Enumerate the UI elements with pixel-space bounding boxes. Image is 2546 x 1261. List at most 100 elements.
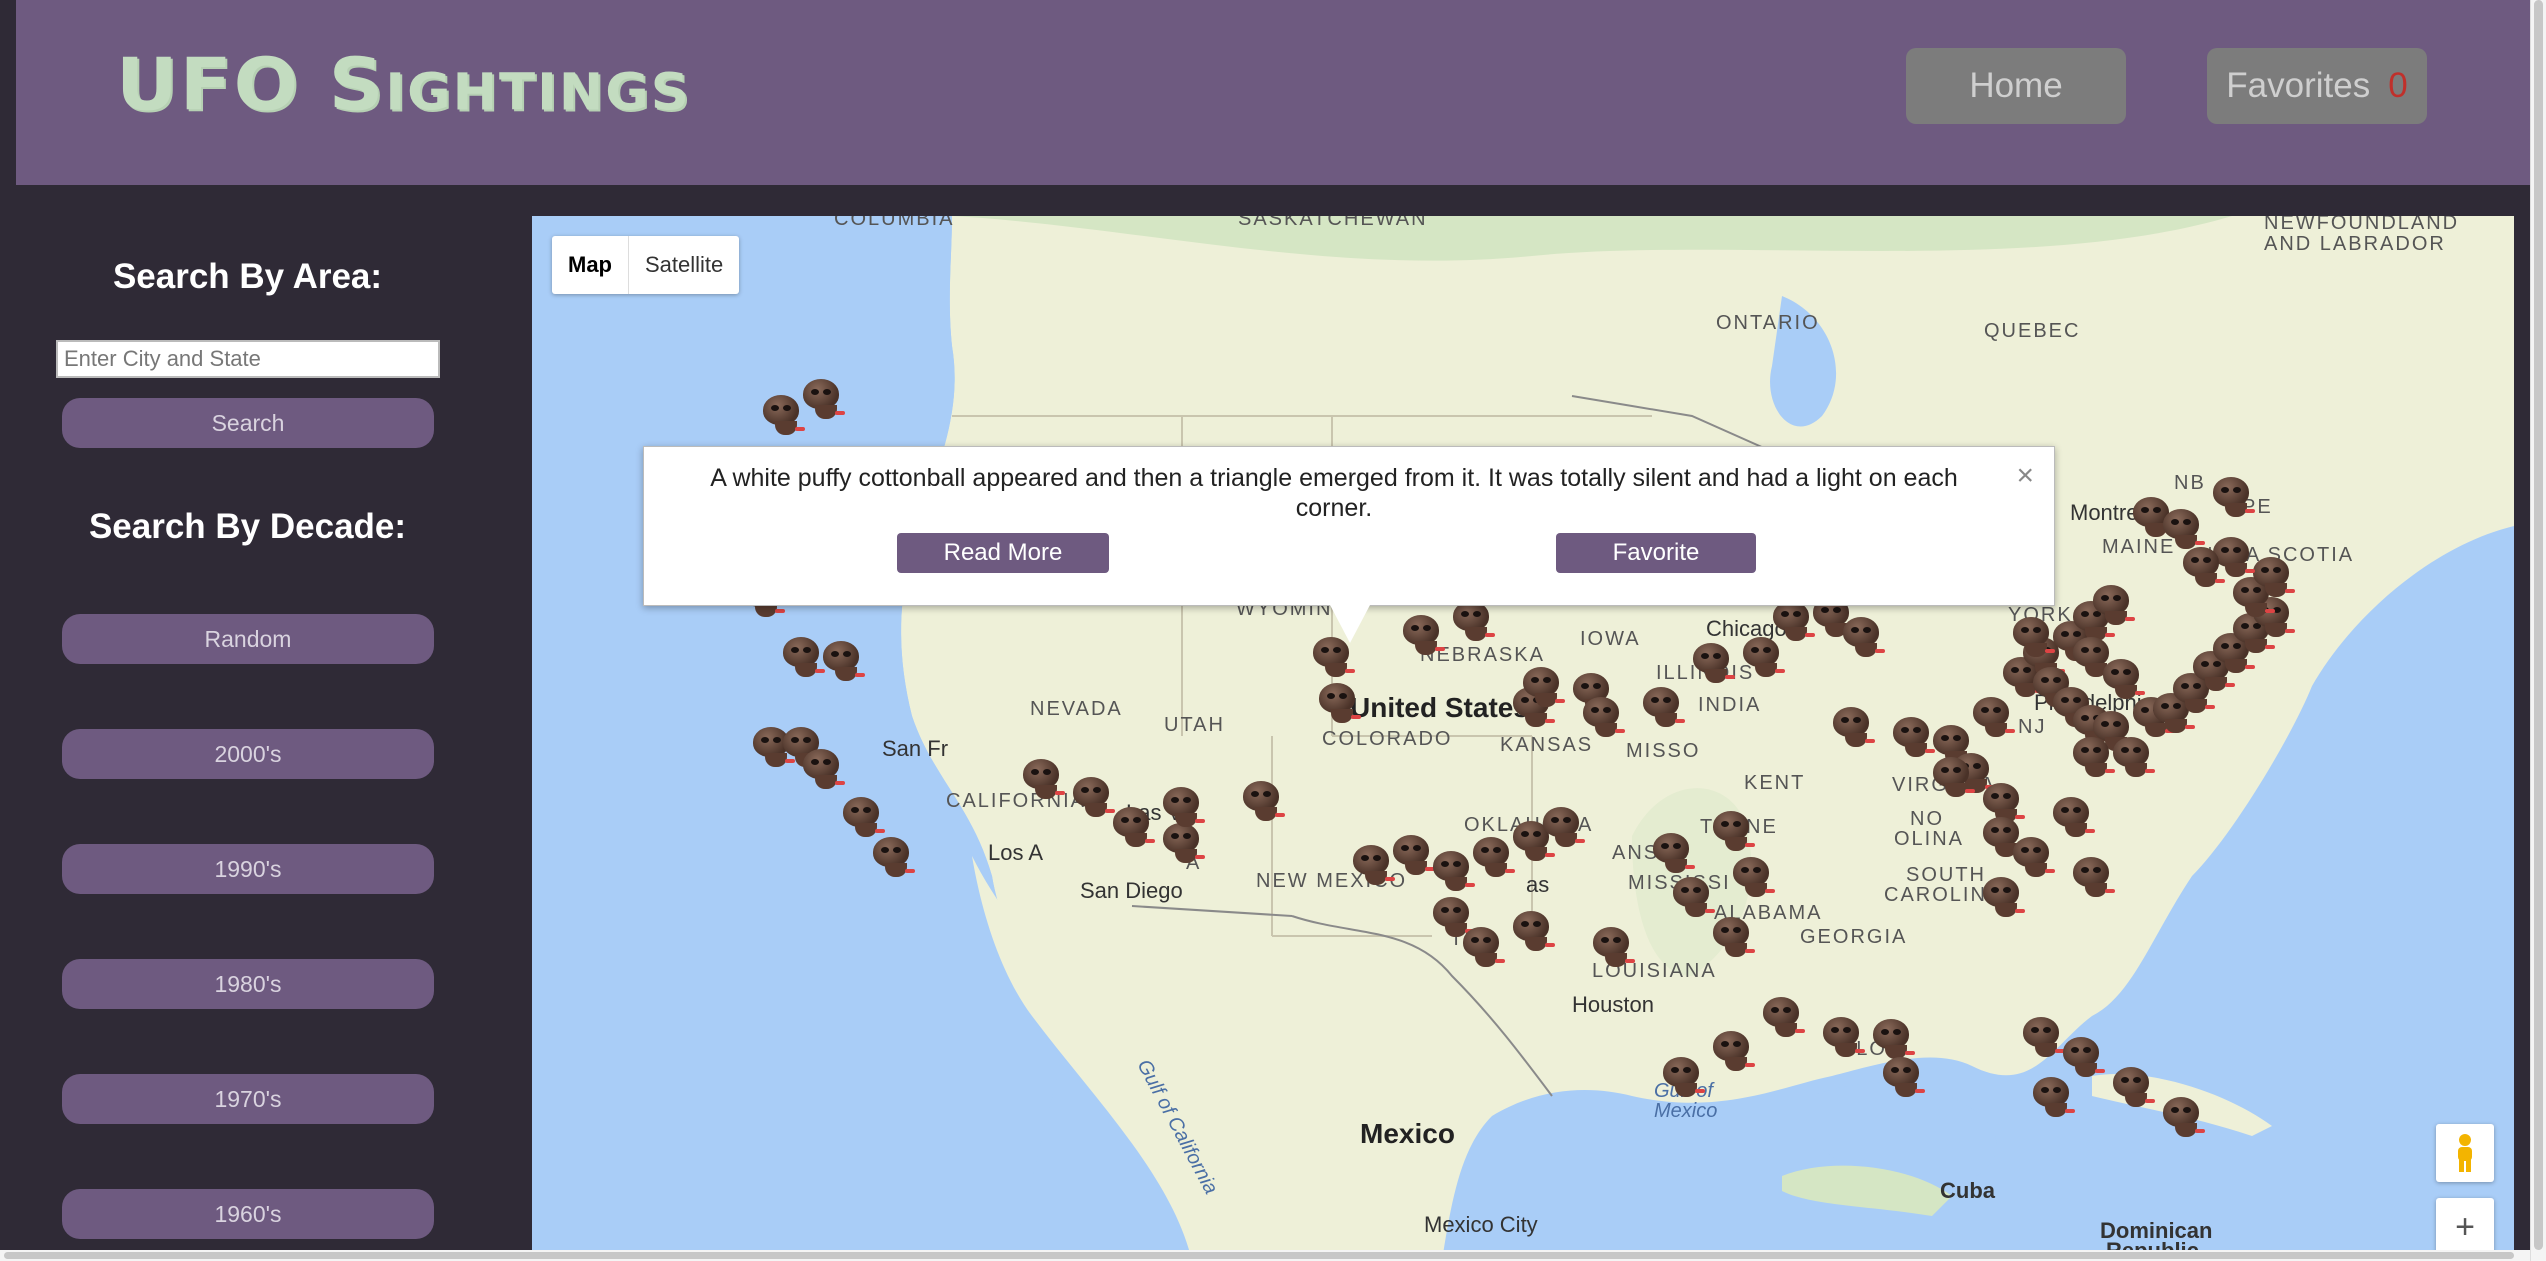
sighting-marker-icon[interactable] <box>2007 613 2057 659</box>
sighting-marker-icon[interactable] <box>1107 803 1157 849</box>
map-label-los-angeles: Los A <box>988 840 1044 865</box>
map-label-labrador: AND LABRADOR <box>2264 233 2446 255</box>
site-logo[interactable]: UFO Sightings <box>116 42 691 127</box>
sighting-marker-icon[interactable] <box>1707 807 1757 853</box>
favorite-button[interactable]: Favorite <box>1556 533 1756 573</box>
sighting-marker-icon[interactable] <box>1827 703 1877 749</box>
sighting-marker-icon[interactable] <box>2067 853 2117 899</box>
zoom-in-button[interactable]: + <box>2436 1198 2494 1256</box>
map-label-saskatchewan: SASKATCHEWAN <box>1238 216 1428 230</box>
map-label-colorado: COLORADO <box>1322 728 1453 750</box>
map-label-san-diego: San Diego <box>1080 878 1183 903</box>
sighting-marker-icon[interactable] <box>1537 803 1587 849</box>
map-label-united-states: United States <box>1350 692 1529 723</box>
map-label-indiana: INDIA <box>1698 694 1762 716</box>
map-type-map-button[interactable]: Map <box>552 236 629 294</box>
search-by-decade-heading: Search By Decade: <box>88 507 407 546</box>
sighting-marker-icon[interactable] <box>2087 581 2137 627</box>
sighting-marker-icon[interactable] <box>1707 913 1757 959</box>
map-label-nevada: NEVADA <box>1030 698 1123 720</box>
sighting-marker-icon[interactable] <box>867 833 917 879</box>
sighting-marker-icon[interactable] <box>797 745 847 791</box>
sighting-marker-icon[interactable] <box>1877 1053 1927 1099</box>
sighting-marker-icon[interactable] <box>1457 923 1507 969</box>
sighting-marker-icon[interactable] <box>2107 733 2157 779</box>
horizontal-scroll-thumb[interactable] <box>4 1252 2514 1259</box>
sighting-description: A white puffy cottonball appeared and th… <box>710 464 1958 522</box>
sighting-marker-icon[interactable] <box>1927 753 1977 799</box>
map-label-iowa: IOWA <box>1580 628 1641 650</box>
vertical-scroll-thumb[interactable] <box>2534 0 2543 1250</box>
map-label-nb: NB <box>2174 472 2206 494</box>
decade-button-1970s[interactable]: 1970's <box>62 1074 434 1124</box>
read-more-button[interactable]: Read More <box>897 533 1109 573</box>
decade-button-1980s[interactable]: 1980's <box>62 959 434 1009</box>
home-button[interactable]: Home <box>1906 48 2126 124</box>
sighting-marker-icon[interactable] <box>1587 923 1637 969</box>
sighting-marker-icon[interactable] <box>1657 1053 1707 1099</box>
map[interactable]: COLUMBIA SASKATCHEWAN NEWFOUNDLAND AND L… <box>532 216 2514 1261</box>
sighting-marker-icon[interactable] <box>1647 829 1697 875</box>
sighting-marker-icon[interactable] <box>1837 613 1887 659</box>
pegman-icon[interactable] <box>2436 1124 2494 1182</box>
map-label-cuba: Cuba <box>1940 1178 1995 1203</box>
sighting-marker-icon[interactable] <box>2107 1063 2157 1109</box>
sighting-marker-icon[interactable] <box>1727 853 1777 899</box>
sighting-marker-icon[interactable] <box>1577 693 1627 739</box>
info-window: A white puffy cottonball appeared and th… <box>643 446 2055 606</box>
sighting-marker-icon[interactable] <box>1977 873 2027 919</box>
sighting-marker-icon[interactable] <box>1397 611 1447 657</box>
map-label-columbia: COLUMBIA <box>834 216 955 230</box>
favorites-button[interactable]: Favorites 0 <box>2207 48 2427 124</box>
sighting-marker-icon[interactable] <box>2157 505 2207 551</box>
sighting-marker-icon[interactable] <box>2157 1093 2207 1139</box>
map-label-mexico: Mexico <box>1360 1118 1455 1149</box>
sighting-marker-icon[interactable] <box>1757 993 1807 1039</box>
pegman-icon-shape <box>2458 1134 2472 1172</box>
sighting-marker-icon[interactable] <box>1637 683 1687 729</box>
sighting-marker-icon[interactable] <box>1507 907 1557 953</box>
info-window-pointer <box>1330 605 1370 643</box>
map-label-ontario: ONTARIO <box>1716 312 1820 334</box>
sighting-marker-icon[interactable] <box>2097 655 2147 701</box>
sighting-marker-icon[interactable] <box>1687 639 1737 685</box>
vertical-scrollbar[interactable] <box>2530 0 2546 1261</box>
sighting-marker-icon[interactable] <box>2207 473 2257 519</box>
search-by-area-heading: Search By Area: <box>112 257 383 296</box>
map-label-nj: NJ <box>2018 716 2047 738</box>
sighting-marker-icon[interactable] <box>797 375 847 421</box>
sighting-marker-icon[interactable] <box>1707 1027 1757 1073</box>
map-label-utah: UTAH <box>1164 714 1225 736</box>
map-label-dallas: as <box>1526 872 1550 897</box>
horizontal-scrollbar[interactable] <box>0 1250 2530 1261</box>
sighting-marker-icon[interactable] <box>1967 693 2017 739</box>
decade-button-2000s[interactable]: 2000's <box>62 729 434 779</box>
city-state-search-input[interactable] <box>56 340 440 378</box>
map-type-control: Map Satellite <box>552 236 740 294</box>
favorites-count: 0 <box>2388 66 2408 105</box>
sighting-marker-icon[interactable] <box>1157 783 1207 829</box>
map-type-satellite-button[interactable]: Satellite <box>629 236 739 294</box>
sighting-marker-icon[interactable] <box>1017 755 1067 801</box>
decade-button-random[interactable]: Random <box>62 614 434 664</box>
sighting-marker-icon[interactable] <box>1237 777 1287 823</box>
sighting-marker-icon[interactable] <box>817 637 867 683</box>
map-label-san-francisco: San Fr <box>882 736 949 761</box>
search-button[interactable]: Search <box>62 398 434 448</box>
map-label-georgia: GEORGIA <box>1800 926 1908 948</box>
decade-button-1990s[interactable]: 1990's <box>62 844 434 894</box>
sighting-marker-icon[interactable] <box>1517 663 1567 709</box>
sighting-marker-icon[interactable] <box>1667 873 1717 919</box>
favorites-label: Favorites <box>2226 66 2371 105</box>
map-label-missouri: MISSO <box>1626 740 1701 762</box>
close-icon[interactable]: × <box>2016 459 2034 493</box>
sighting-marker-icon[interactable] <box>2027 1073 2077 1119</box>
sighting-marker-icon[interactable] <box>1313 679 1363 725</box>
map-label-houston: Houston <box>1572 992 1654 1017</box>
map-label-mexico-city: Mexico City <box>1424 1212 1538 1237</box>
decade-button-1960s[interactable]: 1960's <box>62 1189 434 1239</box>
sighting-marker-icon[interactable] <box>1817 1013 1867 1059</box>
map-label-kentucky: KENT <box>1744 772 1806 794</box>
map-label-gulf-of-mexico-line2: Mexico <box>1654 1100 1718 1122</box>
map-label-carolina: OLINA <box>1894 828 1965 850</box>
